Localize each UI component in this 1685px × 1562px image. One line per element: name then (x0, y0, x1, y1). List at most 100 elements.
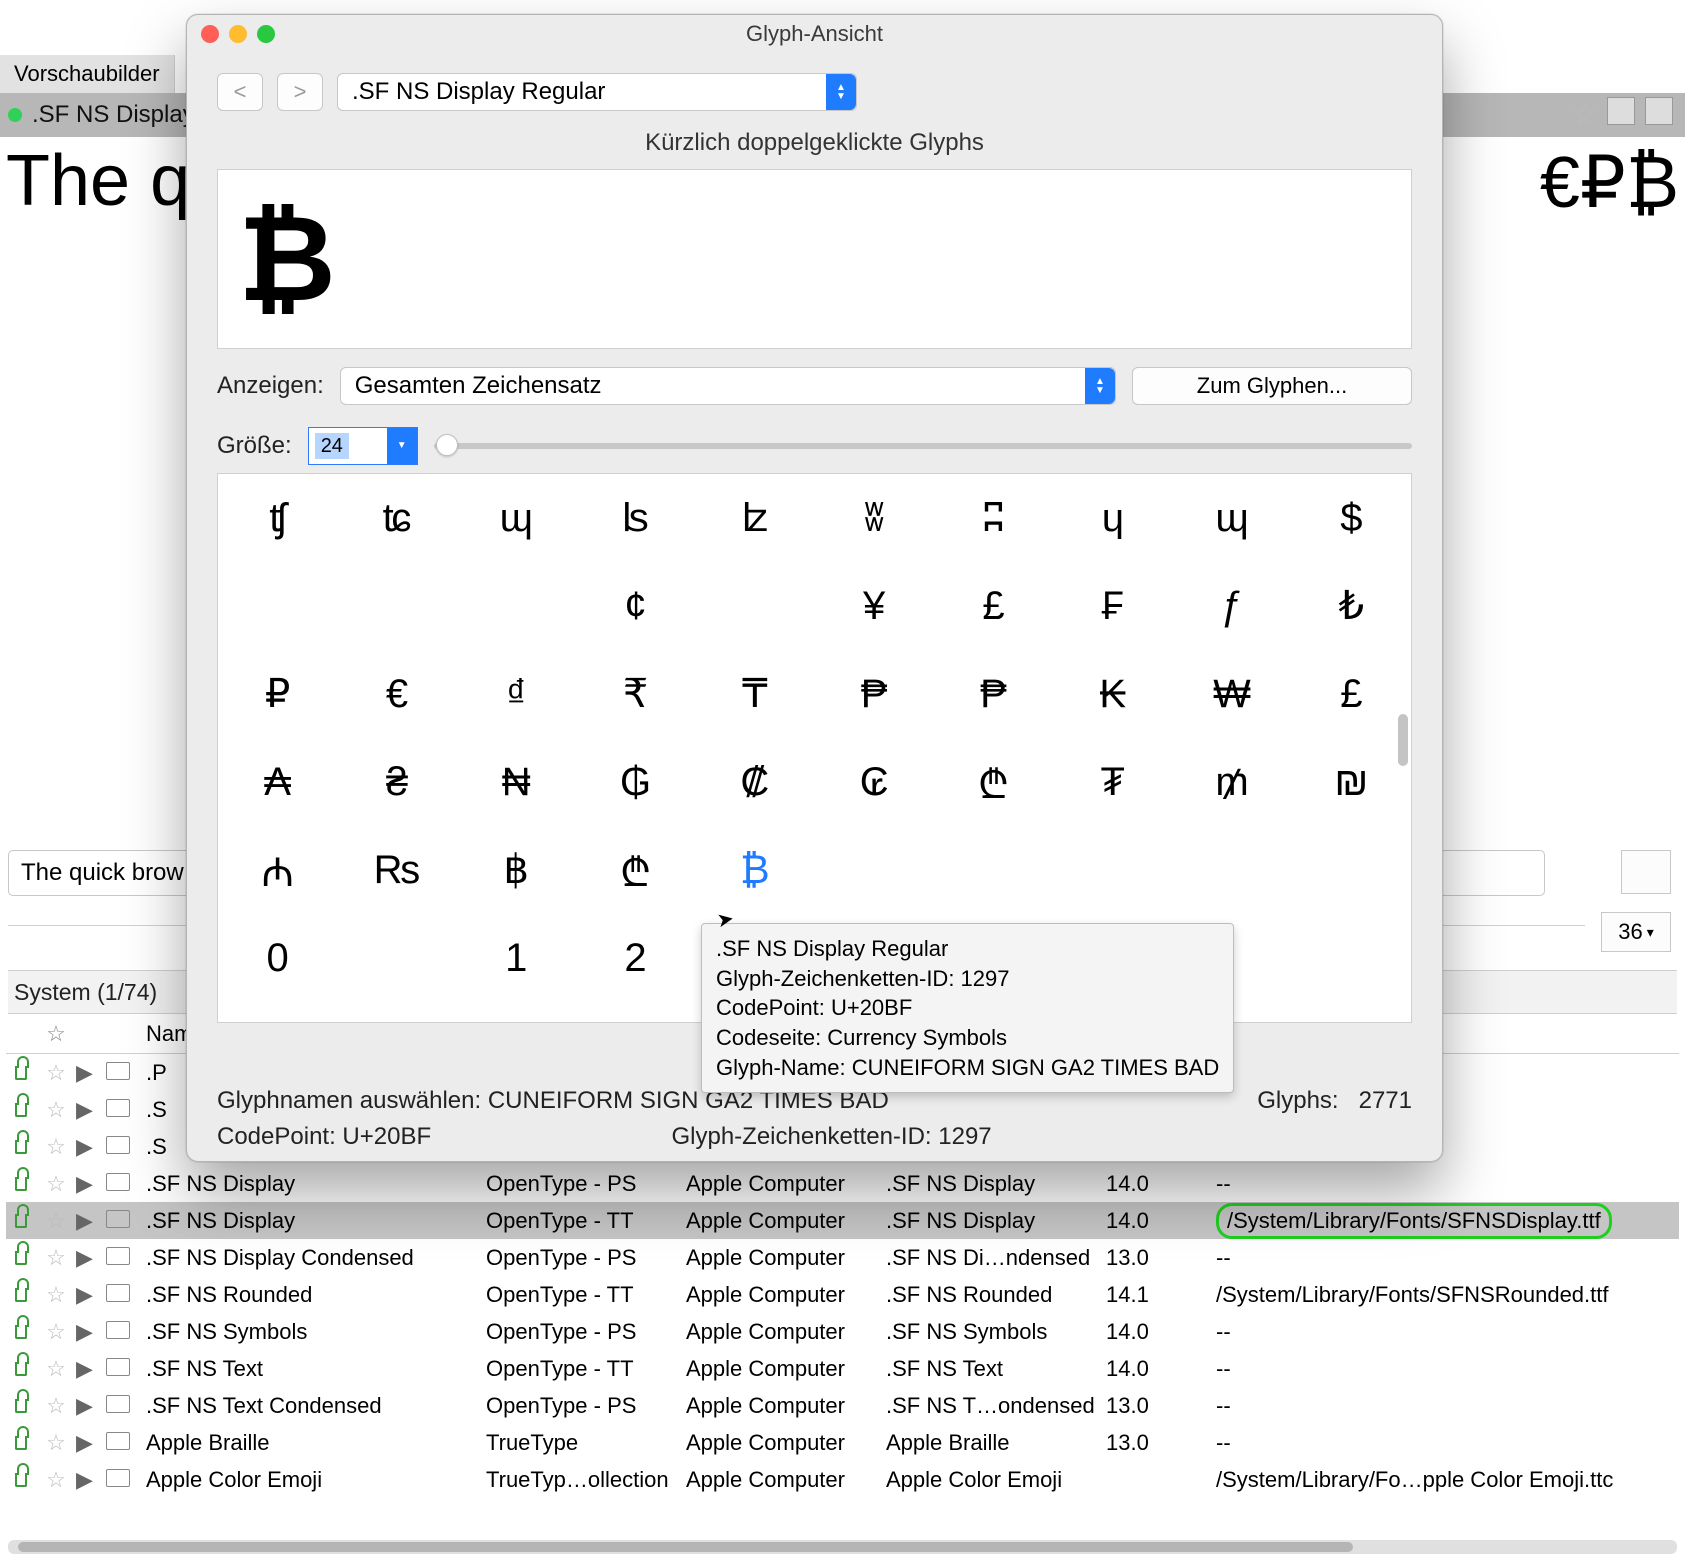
charset-select[interactable]: Gesamten Zeichensatz ▲▼ (340, 367, 1116, 405)
glyph-cell[interactable]: ₩ (1172, 650, 1291, 738)
scrollbar-thumb[interactable] (18, 1542, 1353, 1552)
horizontal-scrollbar[interactable] (8, 1540, 1677, 1554)
row-star-icon[interactable]: ☆ (36, 1393, 76, 1419)
glyph-cell[interactable]: ₹ (576, 650, 695, 738)
glyph-cell[interactable]: ₪ (1292, 738, 1411, 826)
disclosure-triangle-icon[interactable]: ▶ (76, 1245, 106, 1271)
glyph-cell[interactable] (1292, 1002, 1411, 1023)
camera-icon[interactable] (1607, 97, 1635, 125)
row-star-icon[interactable]: ☆ (36, 1171, 76, 1197)
glyph-cell[interactable]: ɥ (1053, 474, 1172, 562)
table-row[interactable]: ☆▶Apple Color EmojiTrueTyp…ollectionAppl… (6, 1461, 1679, 1498)
glyph-cell[interactable]: ₺ (1292, 562, 1411, 650)
table-row[interactable]: ☆▶.SF NS SymbolsOpenType - PSApple Compu… (6, 1313, 1679, 1350)
glyph-cell[interactable]: ₭ (1053, 650, 1172, 738)
minimize-icon[interactable] (229, 25, 247, 43)
glyph-cell[interactable]: ʪ (576, 474, 695, 562)
glyph-cell[interactable]: 0 (218, 914, 337, 1002)
col-star[interactable]: ☆ (36, 1021, 76, 1047)
slider-thumb[interactable] (436, 434, 458, 456)
glyph-cell[interactable]: ₾ (576, 826, 695, 914)
glyph-cell[interactable]: ₮ (1053, 738, 1172, 826)
glyph-cell[interactable] (337, 562, 456, 650)
row-star-icon[interactable]: ☆ (36, 1208, 76, 1234)
disclosure-triangle-icon[interactable]: ▶ (76, 1467, 106, 1493)
glyph-cell[interactable]: ₲ (576, 738, 695, 826)
scrollbar-thumb[interactable] (1398, 714, 1408, 766)
size-slider[interactable] (434, 443, 1412, 449)
glyph-cell[interactable] (576, 1002, 695, 1023)
glyph-cell[interactable]: 7 (218, 1002, 337, 1023)
glyph-cell[interactable]: ɰ (457, 474, 576, 562)
table-row[interactable]: ☆▶.SF NS Display CondensedOpenType - PSA… (6, 1239, 1679, 1276)
glyph-cell[interactable]: ₱ (815, 650, 934, 738)
glyph-cell[interactable]: $ (1292, 474, 1411, 562)
glyph-cell[interactable]: ₿ (695, 826, 814, 914)
glyph-cell[interactable]: £ (934, 562, 1053, 650)
glyph-cell[interactable] (218, 562, 337, 650)
favorite-star-icon[interactable]: ☆ (1572, 97, 1597, 130)
glyph-cell[interactable]: ₴ (337, 738, 456, 826)
glyph-cell[interactable]: ₫ (457, 650, 576, 738)
glyph-cell[interactable]: ₥ (1172, 738, 1291, 826)
glyph-cell[interactable]: ₢ (815, 738, 934, 826)
glyph-cell[interactable] (934, 826, 1053, 914)
disclosure-triangle-icon[interactable]: ▶ (76, 1134, 106, 1160)
glyph-cell[interactable]: 2 (576, 914, 695, 1002)
table-row[interactable]: ☆▶.SF NS DisplayOpenType - TTApple Compu… (6, 1202, 1679, 1239)
glyph-cell[interactable]: ƒ (1172, 562, 1291, 650)
glyph-cell[interactable]: ₨ (337, 826, 456, 914)
row-star-icon[interactable]: ☆ (36, 1245, 76, 1271)
glyph-cell[interactable]: ₱ (934, 650, 1053, 738)
row-star-icon[interactable]: ☆ (36, 1319, 76, 1345)
glyph-cell[interactable]: ₡ (695, 738, 814, 826)
goto-glyph-button[interactable]: Zum Glyphen... (1132, 367, 1412, 405)
titlebar[interactable]: Glyph-Ansicht (187, 15, 1442, 53)
glyph-cell[interactable]: ʬ (815, 474, 934, 562)
glyph-cell[interactable]: 1 (457, 914, 576, 1002)
glyph-cell[interactable]: ฿ (457, 826, 576, 914)
disclosure-triangle-icon[interactable]: ▶ (76, 1282, 106, 1308)
glyph-cell[interactable]: ʧ (218, 474, 337, 562)
tab-preview[interactable]: Vorschaubilder (0, 55, 175, 93)
disclosure-triangle-icon[interactable]: ▶ (76, 1097, 106, 1123)
font-select[interactable]: .SF NS Display Regular ▲▼ (337, 73, 857, 111)
disclosure-triangle-icon[interactable]: ▶ (76, 1060, 106, 1086)
row-star-icon[interactable]: ☆ (36, 1430, 76, 1456)
glyph-cell[interactable]: ɰ (1172, 474, 1291, 562)
glyph-cell[interactable]: ¥ (815, 562, 934, 650)
glyph-cell[interactable]: £ (1292, 650, 1411, 738)
glyph-cell[interactable]: € (337, 650, 456, 738)
chevron-down-icon[interactable]: ▼ (387, 428, 417, 464)
sample-text-dropdown[interactable] (1621, 850, 1671, 894)
nav-next-button[interactable]: > (277, 73, 323, 111)
glyph-cell[interactable] (1292, 826, 1411, 914)
nav-prev-button[interactable]: < (217, 73, 263, 111)
table-row[interactable]: ☆▶.SF NS TextOpenType - TTApple Computer… (6, 1350, 1679, 1387)
glyph-cell[interactable] (815, 826, 934, 914)
row-star-icon[interactable]: ☆ (36, 1356, 76, 1382)
row-star-icon[interactable]: ☆ (36, 1097, 76, 1123)
table-row[interactable]: ☆▶.SF NS Text CondensedOpenType - PSAppl… (6, 1387, 1679, 1424)
glyph-cell[interactable] (1172, 826, 1291, 914)
close-icon[interactable] (201, 25, 219, 43)
disclosure-triangle-icon[interactable]: ▶ (76, 1430, 106, 1456)
glyph-cell[interactable]: ʨ (337, 474, 456, 562)
disclosure-triangle-icon[interactable]: ▶ (76, 1356, 106, 1382)
glyph-cell[interactable]: ¢ (576, 562, 695, 650)
glyph-cell[interactable]: ʫ (695, 474, 814, 562)
row-star-icon[interactable]: ☆ (36, 1134, 76, 1160)
size-stepper[interactable]: 24 ▼ (308, 427, 418, 465)
disclosure-triangle-icon[interactable]: ▶ (76, 1208, 106, 1234)
table-row[interactable]: ☆▶Apple BrailleTrueTypeApple ComputerApp… (6, 1424, 1679, 1461)
row-star-icon[interactable]: ☆ (36, 1282, 76, 1308)
glyph-cell[interactable]: ₾ (934, 738, 1053, 826)
table-row[interactable]: ☆▶.SF NS DisplayOpenType - PSApple Compu… (6, 1165, 1679, 1202)
glyph-cell[interactable]: ₦ (457, 738, 576, 826)
glyph-cell[interactable] (337, 914, 456, 1002)
glyph-cell[interactable] (695, 562, 814, 650)
glyph-cell[interactable]: ₳ (218, 738, 337, 826)
zoom-icon[interactable] (257, 25, 275, 43)
window-icon[interactable] (1645, 97, 1673, 125)
row-star-icon[interactable]: ☆ (36, 1467, 76, 1493)
